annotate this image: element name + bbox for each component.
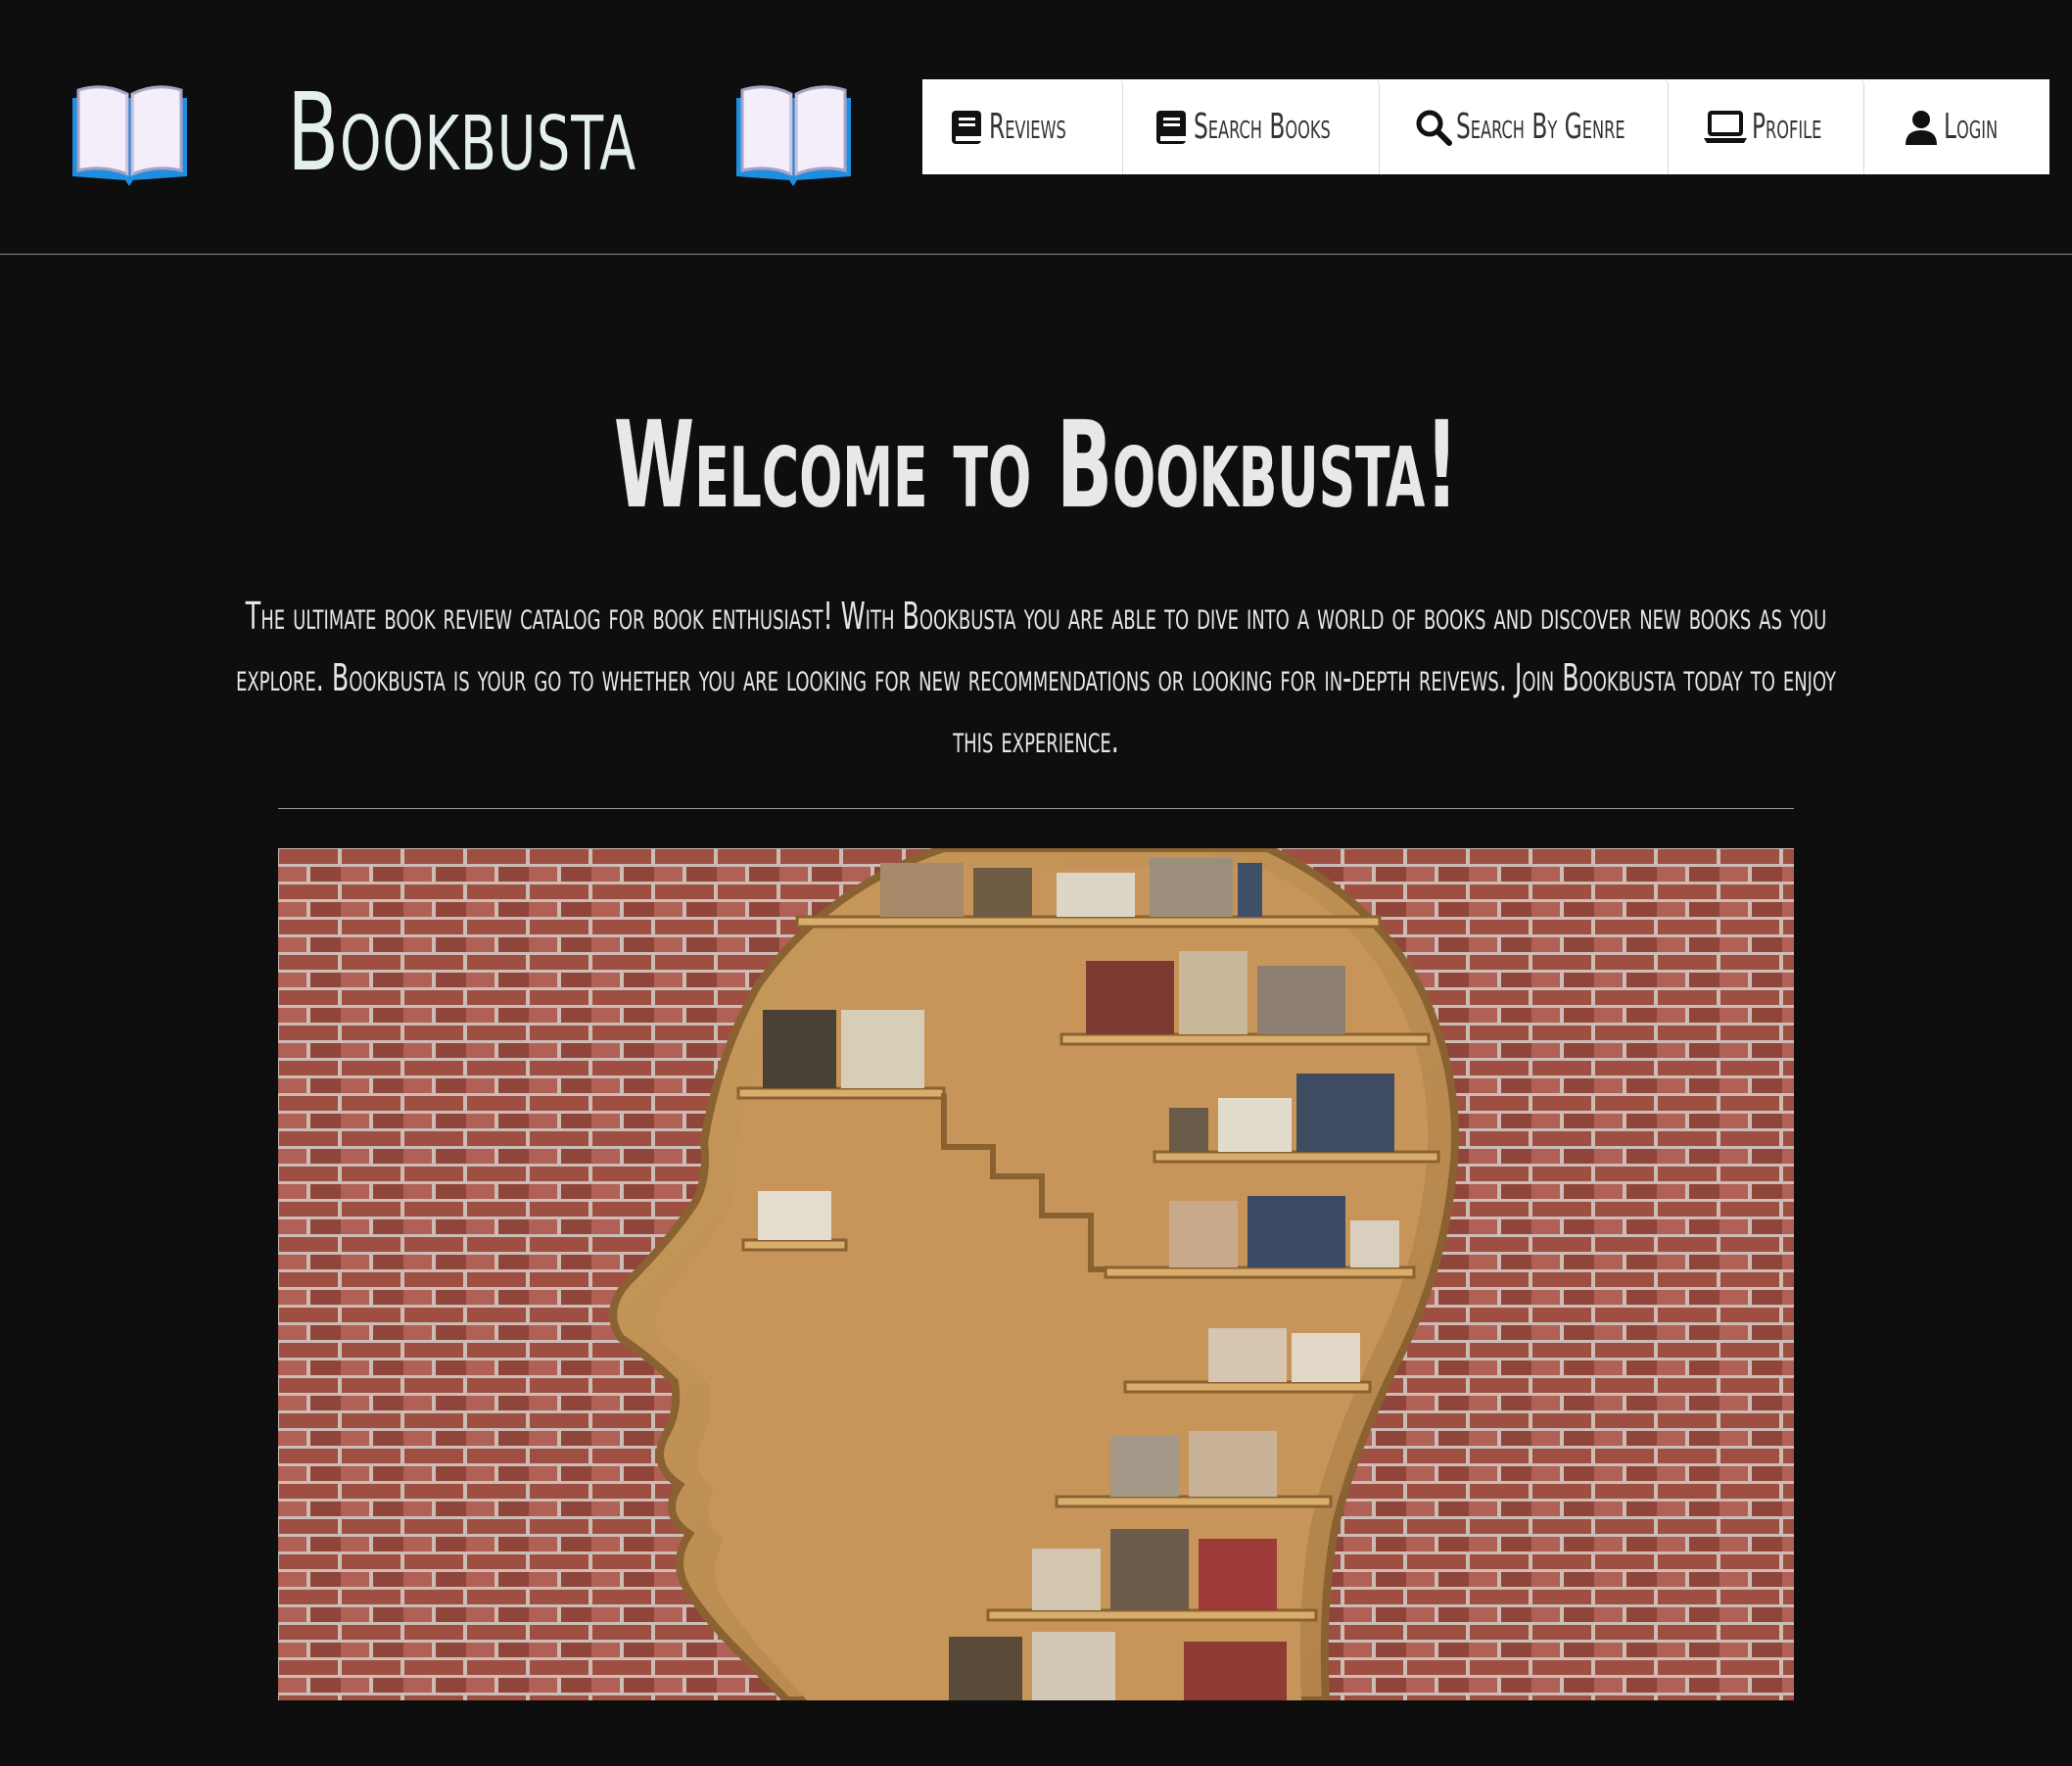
- nav-label: Profile: [1751, 107, 1821, 147]
- page-title: Welcome to Bookbusta!: [613, 396, 1459, 535]
- nav-label: Reviews: [989, 107, 1066, 147]
- book-icon: [948, 109, 985, 146]
- open-book-icon: [69, 78, 191, 186]
- nav-label: Search By Genre: [1456, 107, 1625, 147]
- book-icon: [1153, 109, 1190, 146]
- user-icon: [1903, 109, 1940, 146]
- laptop-icon: [1703, 109, 1748, 146]
- nav-label: Search Books: [1193, 107, 1331, 147]
- site-header: Bookbusta Reviews Search Books Search By…: [0, 0, 2072, 255]
- brand-name: Bookbusta: [287, 70, 636, 195]
- intro-paragraph: The ultimate book review catalog for boo…: [235, 595, 1837, 761]
- open-book-icon: [732, 78, 855, 186]
- main-nav: Reviews Search Books Search By Genre Pro…: [922, 79, 2049, 174]
- nav-reviews[interactable]: Reviews: [922, 79, 1123, 174]
- brand[interactable]: Bookbusta: [69, 59, 855, 206]
- hero-image: [278, 848, 1794, 1700]
- nav-search-by-genre[interactable]: Search By Genre: [1380, 79, 1669, 174]
- nav-label: Login: [1943, 107, 1998, 147]
- search-icon: [1415, 109, 1452, 146]
- nav-login[interactable]: Login: [1864, 79, 2049, 174]
- divider: [278, 808, 1794, 809]
- nav-search-books[interactable]: Search Books: [1123, 79, 1380, 174]
- nav-profile[interactable]: Profile: [1669, 79, 1864, 174]
